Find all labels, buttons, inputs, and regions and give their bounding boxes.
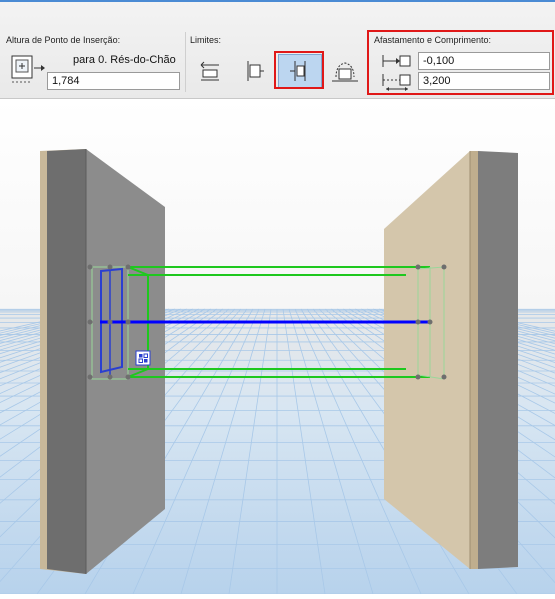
info-box-toolbar: Altura de Ponto de Inserção: para 0. Rés… xyxy=(0,2,555,99)
limit-custom-icon xyxy=(332,62,358,82)
right-wall xyxy=(384,151,518,569)
insertion-point-icon[interactable] xyxy=(8,54,46,88)
3d-viewport[interactable] xyxy=(0,99,555,595)
limit-center-icon xyxy=(247,61,264,81)
insertion-reference-label[interactable]: para 0. Rés-do-Chão xyxy=(73,54,176,66)
viewport-scene xyxy=(0,99,555,595)
offset-length-highlight xyxy=(367,30,554,95)
section-divider xyxy=(185,32,186,92)
limit-center-button[interactable] xyxy=(232,54,276,88)
insertion-height-label: Altura de Ponto de Inserção: xyxy=(6,35,121,45)
insertion-height-field[interactable]: 1,784 xyxy=(47,72,180,90)
limit-left-button[interactable] xyxy=(188,54,232,88)
active-limit-highlight xyxy=(274,51,324,89)
limits-label: Limites: xyxy=(190,35,222,45)
limit-left-icon xyxy=(200,61,219,81)
limit-custom-button[interactable] xyxy=(323,54,367,88)
insertion-marker-icon[interactable] xyxy=(135,350,151,366)
